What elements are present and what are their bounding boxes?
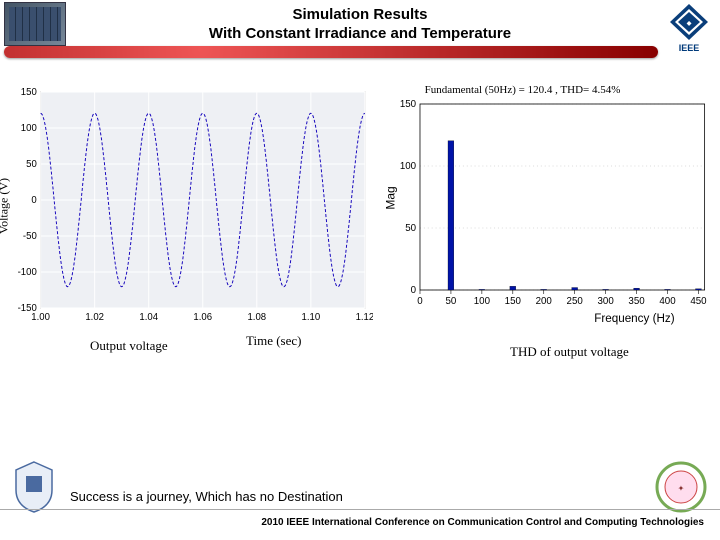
left-ylabel: Voltage (V) (0, 178, 12, 234)
institution-logo-left (12, 460, 56, 514)
svg-text:0: 0 (417, 296, 423, 307)
svg-text:0: 0 (31, 195, 37, 206)
svg-text:◆: ◆ (686, 20, 692, 27)
svg-text:1.00: 1.00 (31, 312, 50, 323)
slide-title: Simulation Results With Constant Irradia… (90, 6, 630, 44)
svg-text:100: 100 (399, 161, 416, 172)
svg-text:1.02: 1.02 (85, 312, 104, 323)
ieee-label: IEEE (679, 43, 700, 53)
svg-text:1.08: 1.08 (247, 312, 266, 323)
svg-text:100: 100 (21, 123, 38, 134)
svg-text:300: 300 (597, 296, 614, 307)
svg-text:150: 150 (504, 296, 521, 307)
ieee-kite-icon: ◆ (666, 2, 712, 42)
svg-text:150: 150 (21, 87, 38, 98)
svg-text:Frequency (Hz): Frequency (Hz) (594, 311, 675, 325)
title-line2: With Constant Irradiance and Temperature (209, 25, 511, 42)
ieee-logo: ◆ IEEE (666, 2, 712, 53)
svg-text:450: 450 (690, 296, 707, 307)
thd-plot: Fundamental (50Hz) = 120.4 , THD= 4.54% … (381, 86, 712, 326)
svg-text:350: 350 (628, 296, 645, 307)
svg-text:50: 50 (405, 223, 416, 234)
svg-text:Mag: Mag (383, 186, 397, 209)
sine-chart-svg: -150-100-50050100150 1.001.021.041.061.0… (8, 86, 373, 326)
left-caption: Output voltage (90, 338, 168, 354)
svg-text:0: 0 (410, 285, 416, 296)
svg-text:-100: -100 (18, 267, 38, 278)
svg-text:✦: ✦ (678, 484, 685, 493)
svg-text:200: 200 (535, 296, 552, 307)
svg-text:50: 50 (26, 159, 37, 170)
footer-conference: 2010 IEEE International Conference on Co… (0, 517, 704, 528)
thd-title: Fundamental (50Hz) = 120.4 , THD= 4.54% (425, 84, 621, 96)
bar-chart-svg: 0 50 100 150 0 50 100 150 200 250 300 350 400 450 Ma… (381, 86, 712, 326)
svg-text:-50: -50 (23, 231, 37, 242)
svg-text:250: 250 (566, 296, 583, 307)
footer-divider (0, 509, 720, 510)
svg-text:1.10: 1.10 (302, 312, 321, 323)
footer-quote: Success is a journey, Which has no Desti… (70, 489, 343, 504)
svg-text:50: 50 (445, 296, 456, 307)
institution-logo-right: ✦ (654, 460, 708, 514)
solar-cell-image (4, 2, 66, 46)
time-caption: Time (sec) (246, 333, 302, 349)
svg-text:150: 150 (399, 99, 416, 110)
right-caption: THD of output voltage (510, 344, 629, 360)
svg-text:1.04: 1.04 (139, 312, 158, 323)
svg-text:1.06: 1.06 (193, 312, 212, 323)
output-voltage-plot: Voltage (V) -150-100-50050100150 1.001.0… (8, 86, 373, 326)
svg-text:400: 400 (659, 296, 676, 307)
header-divider-bar (4, 46, 658, 58)
svg-text:100: 100 (473, 296, 490, 307)
svg-text:1.12: 1.12 (356, 312, 373, 323)
title-line1: Simulation Results (292, 6, 427, 23)
